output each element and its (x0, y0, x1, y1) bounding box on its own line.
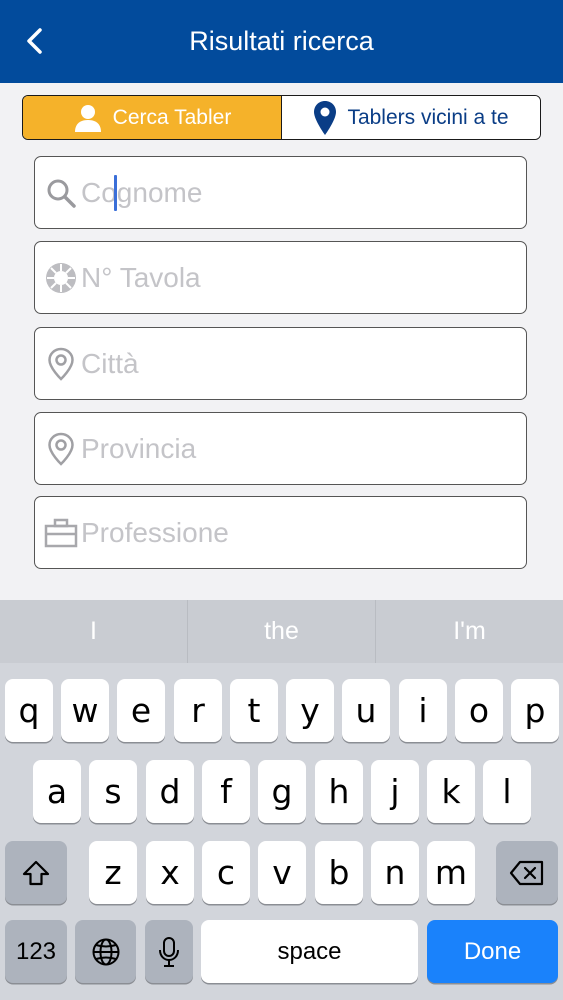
briefcase-icon (41, 513, 81, 553)
location-pin-outline-icon (41, 429, 81, 469)
round-table-emblem-icon (41, 258, 81, 298)
key-i[interactable]: i (399, 679, 447, 742)
key-w[interactable]: w (61, 679, 109, 742)
key-b[interactable]: b (315, 841, 363, 904)
backspace-key[interactable] (496, 841, 558, 904)
suggestion-item[interactable]: I'm (375, 600, 563, 663)
key-u[interactable]: u (342, 679, 390, 742)
location-pin-outline-icon (41, 344, 81, 384)
key-d[interactable]: d (146, 760, 194, 823)
provincia-field[interactable] (34, 412, 527, 485)
key-o[interactable]: o (455, 679, 503, 742)
key-a[interactable]: a (33, 760, 81, 823)
professione-field[interactable] (34, 496, 527, 569)
suggestion-item[interactable]: the (187, 600, 375, 663)
citta-field[interactable] (34, 327, 527, 400)
key-l[interactable]: l (483, 760, 531, 823)
key-t[interactable]: t (230, 679, 278, 742)
key-h[interactable]: h (315, 760, 363, 823)
professione-input[interactable] (81, 512, 501, 553)
provincia-input[interactable] (81, 428, 501, 469)
key-f[interactable]: f (202, 760, 250, 823)
tab-tablers-vicini-label: Tablers vicini a te (347, 105, 509, 129)
microphone-icon (159, 936, 179, 967)
key-g[interactable]: g (258, 760, 306, 823)
key-s[interactable]: s (89, 760, 137, 823)
tab-tablers-vicini[interactable]: Tablers vicini a te (282, 96, 540, 139)
key-j[interactable]: j (371, 760, 419, 823)
location-pin-icon (313, 100, 337, 136)
keyboard: I the I'm q w e r t y u i o p a s d f g … (0, 600, 563, 1000)
shift-key[interactable] (5, 841, 67, 904)
shift-icon (22, 860, 50, 885)
key-m[interactable]: m (427, 841, 475, 904)
microphone-key[interactable] (145, 920, 193, 983)
key-n[interactable]: n (371, 841, 419, 904)
suggestion-item[interactable]: I (0, 600, 187, 663)
person-icon (73, 103, 103, 133)
nav-bar: Risultati ricerca (0, 0, 563, 83)
tab-cerca-tabler[interactable]: Cerca Tabler (23, 96, 282, 139)
key-x[interactable]: x (146, 841, 194, 904)
key-p[interactable]: p (511, 679, 559, 742)
suggestion-bar: I the I'm (0, 600, 563, 663)
search-mode-segment: Cerca Tabler Tablers vicini a te (22, 95, 541, 140)
page-title: Risultati ricerca (189, 26, 374, 56)
numbers-key[interactable]: 123 (5, 920, 67, 983)
key-e[interactable]: e (117, 679, 165, 742)
done-key[interactable]: Done (427, 920, 558, 983)
tab-cerca-tabler-label: Cerca Tabler (112, 105, 232, 129)
globe-icon (92, 938, 119, 965)
tavola-input[interactable] (81, 257, 501, 298)
key-z[interactable]: z (89, 841, 137, 904)
key-v[interactable]: v (258, 841, 306, 904)
key-k[interactable]: k (427, 760, 475, 823)
key-y[interactable]: y (286, 679, 334, 742)
cognome-input[interactable] (81, 172, 501, 213)
globe-key[interactable] (75, 920, 136, 983)
text-cursor (114, 175, 117, 211)
tavola-field[interactable] (34, 241, 527, 314)
key-q[interactable]: q (5, 679, 53, 742)
backspace-icon (509, 860, 544, 885)
key-r[interactable]: r (174, 679, 222, 742)
search-icon (41, 173, 81, 213)
cognome-field[interactable] (34, 156, 527, 229)
space-key[interactable]: space (201, 920, 418, 983)
key-c[interactable]: c (202, 841, 250, 904)
citta-input[interactable] (81, 343, 501, 384)
